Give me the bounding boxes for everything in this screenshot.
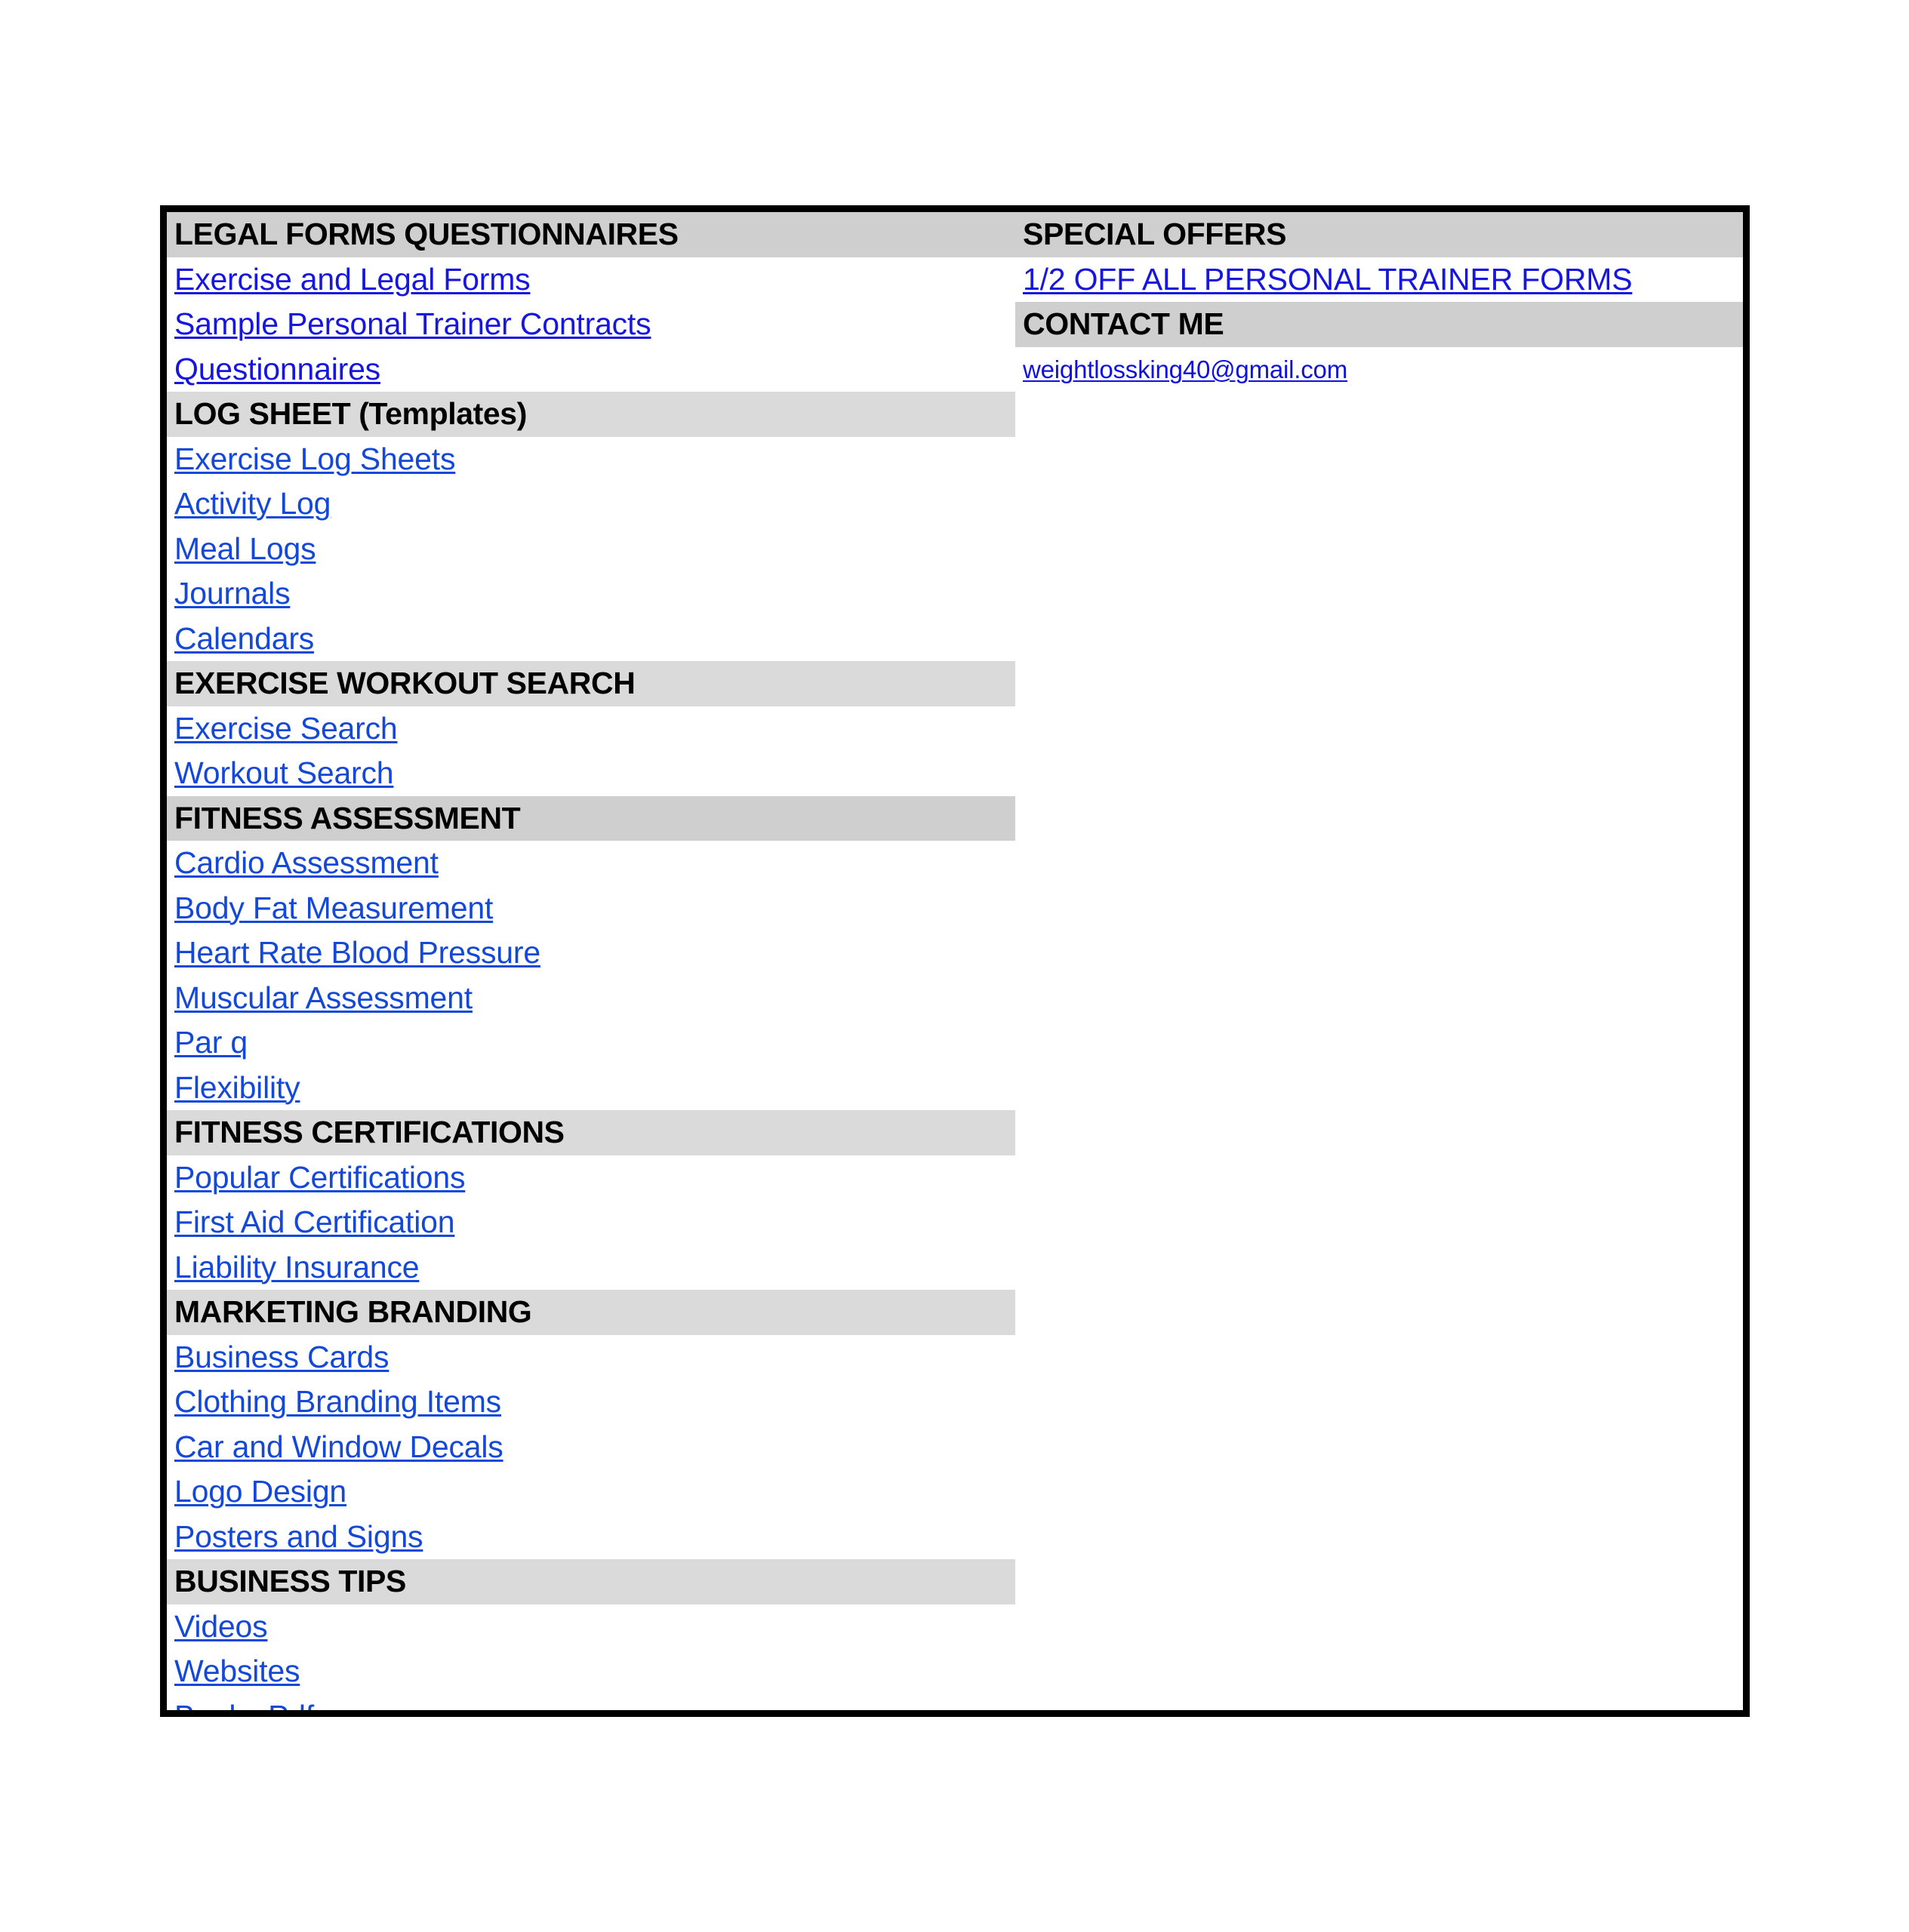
nav-link-heart-rate-blood-pressure[interactable]: Heart Rate Blood Pressure: [174, 935, 540, 970]
nav-link-row-weightlossking40-gmail-com: weightlossking40@gmail.com: [1015, 346, 1743, 392]
nav-link-row-popular-certifications: Popular Certifications: [167, 1155, 1015, 1200]
nav-link-muscular-assessment[interactable]: Muscular Assessment: [174, 980, 473, 1015]
nav-link-row-cardio-assessment: Cardio Assessment: [167, 841, 1015, 886]
nav-link-books-pdf[interactable]: Books Pdf: [174, 1699, 314, 1711]
section-header-fitness-certifications: FITNESS CERTIFICATIONS: [167, 1110, 1015, 1155]
nav-link-row-websites: Websites: [167, 1649, 1015, 1694]
nav-link-questionnaires[interactable]: Questionnaires: [174, 352, 380, 386]
nav-link-row-sample-personal-trainer-contracts: Sample Personal Trainer Contracts: [167, 302, 1015, 347]
nav-link-row-journals: Journals: [167, 571, 1015, 617]
nav-link-row-books-pdf: Books Pdf: [167, 1694, 1015, 1711]
nav-link-body-fat-measurement[interactable]: Body Fat Measurement: [174, 891, 493, 925]
nav-link-calendars[interactable]: Calendars: [174, 621, 314, 656]
nav-link-logo-design[interactable]: Logo Design: [174, 1474, 346, 1509]
nav-link-flexibility[interactable]: Flexibility: [174, 1070, 300, 1105]
nav-link-car-and-window-decals[interactable]: Car and Window Decals: [174, 1429, 503, 1464]
section-header-log-sheet-templates: LOG SHEET (Templates): [167, 392, 1015, 437]
nav-link-popular-certifications[interactable]: Popular Certifications: [174, 1160, 465, 1195]
nav-link-row-exercise-and-legal-forms: Exercise and Legal Forms: [167, 257, 1015, 302]
section-header-exercise-workout-search: EXERCISE WORKOUT SEARCH: [167, 661, 1015, 706]
nav-link-activity-log[interactable]: Activity Log: [174, 486, 331, 521]
nav-link-videos[interactable]: Videos: [174, 1609, 268, 1644]
left-navigation-column: LEGAL FORMS QUESTIONNAIRES Exercise and L…: [167, 212, 1015, 1711]
nav-link-row-clothing-branding-items: Clothing Branding Items: [167, 1380, 1015, 1425]
sidebar-navigation-table: LEGAL FORMS QUESTIONNAIRES Exercise and L…: [160, 205, 1750, 1717]
nav-link-row-meal-logs: Meal Logs: [167, 526, 1015, 571]
nav-link-row-body-fat-measurement: Body Fat Measurement: [167, 885, 1015, 931]
nav-link-cardio-assessment[interactable]: Cardio Assessment: [174, 845, 439, 880]
right-sidebar-column: SPECIAL OFFERS 1/2 OFF ALL PERSONAL TRAIN…: [1015, 212, 1743, 392]
nav-link-meal-logs[interactable]: Meal Logs: [174, 531, 316, 566]
nav-link-weightlossking40-gmail-com[interactable]: weightlossking40@gmail.com: [1023, 355, 1347, 383]
nav-link-row-videos: Videos: [167, 1604, 1015, 1649]
nav-link-row-questionnaires: Questionnaires: [167, 346, 1015, 392]
nav-link-row-heart-rate-blood-pressure: Heart Rate Blood Pressure: [167, 931, 1015, 976]
nav-link-row-posters-and-signs: Posters and Signs: [167, 1514, 1015, 1559]
nav-link-row-workout-search: Workout Search: [167, 751, 1015, 796]
nav-link-row-logo-design: Logo Design: [167, 1469, 1015, 1515]
nav-link-clothing-branding-items[interactable]: Clothing Branding Items: [174, 1384, 501, 1419]
nav-link-row-1-2-off-all-personal-trainer-forms: 1/2 OFF ALL PERSONAL TRAINER FORMS: [1015, 257, 1743, 302]
nav-link-row-first-aid-certification: First Aid Certification: [167, 1200, 1015, 1245]
nav-link-websites[interactable]: Websites: [174, 1654, 300, 1688]
nav-link-row-liability-insurance: Liability Insurance: [167, 1244, 1015, 1290]
nav-link-row-muscular-assessment: Muscular Assessment: [167, 975, 1015, 1020]
nav-link-business-cards[interactable]: Business Cards: [174, 1340, 389, 1374]
page-root: LEGAL FORMS QUESTIONNAIRES Exercise and L…: [0, 0, 1909, 1932]
nav-link-row-business-cards: Business Cards: [167, 1334, 1015, 1380]
section-header-marketing-branding: MARKETING BRANDING: [167, 1290, 1015, 1335]
nav-link-workout-search[interactable]: Workout Search: [174, 755, 394, 790]
nav-link-sample-personal-trainer-contracts[interactable]: Sample Personal Trainer Contracts: [174, 306, 651, 341]
nav-link-par-q[interactable]: Par q: [174, 1025, 248, 1060]
nav-link-journals[interactable]: Journals: [174, 576, 291, 611]
nav-link-first-aid-certification[interactable]: First Aid Certification: [174, 1204, 455, 1239]
section-header-special-offers: SPECIAL OFFERS: [1015, 212, 1743, 257]
nav-link-row-calendars: Calendars: [167, 616, 1015, 661]
nav-link-row-flexibility: Flexibility: [167, 1065, 1015, 1110]
nav-link-1-2-off-all-personal-trainer-forms[interactable]: 1/2 OFF ALL PERSONAL TRAINER FORMS: [1023, 262, 1633, 297]
nav-link-exercise-search[interactable]: Exercise Search: [174, 711, 398, 746]
nav-link-exercise-log-sheets[interactable]: Exercise Log Sheets: [174, 441, 455, 476]
section-header-fitness-assessment: FITNESS ASSESSMENT: [167, 795, 1015, 841]
nav-link-liability-insurance[interactable]: Liability Insurance: [174, 1250, 420, 1284]
section-header-legal-forms-questionnaires: LEGAL FORMS QUESTIONNAIRES: [167, 212, 1015, 257]
nav-link-row-par-q: Par q: [167, 1020, 1015, 1066]
nav-link-row-exercise-log-sheets: Exercise Log Sheets: [167, 436, 1015, 481]
nav-link-posters-and-signs[interactable]: Posters and Signs: [174, 1519, 423, 1554]
section-header-contact-me: CONTACT ME: [1015, 302, 1743, 347]
nav-link-row-activity-log: Activity Log: [167, 481, 1015, 527]
nav-link-row-exercise-search: Exercise Search: [167, 706, 1015, 751]
section-header-business-tips: BUSINESS TIPS: [167, 1559, 1015, 1604]
nav-link-row-car-and-window-decals: Car and Window Decals: [167, 1424, 1015, 1469]
nav-link-exercise-and-legal-forms[interactable]: Exercise and Legal Forms: [174, 262, 531, 297]
